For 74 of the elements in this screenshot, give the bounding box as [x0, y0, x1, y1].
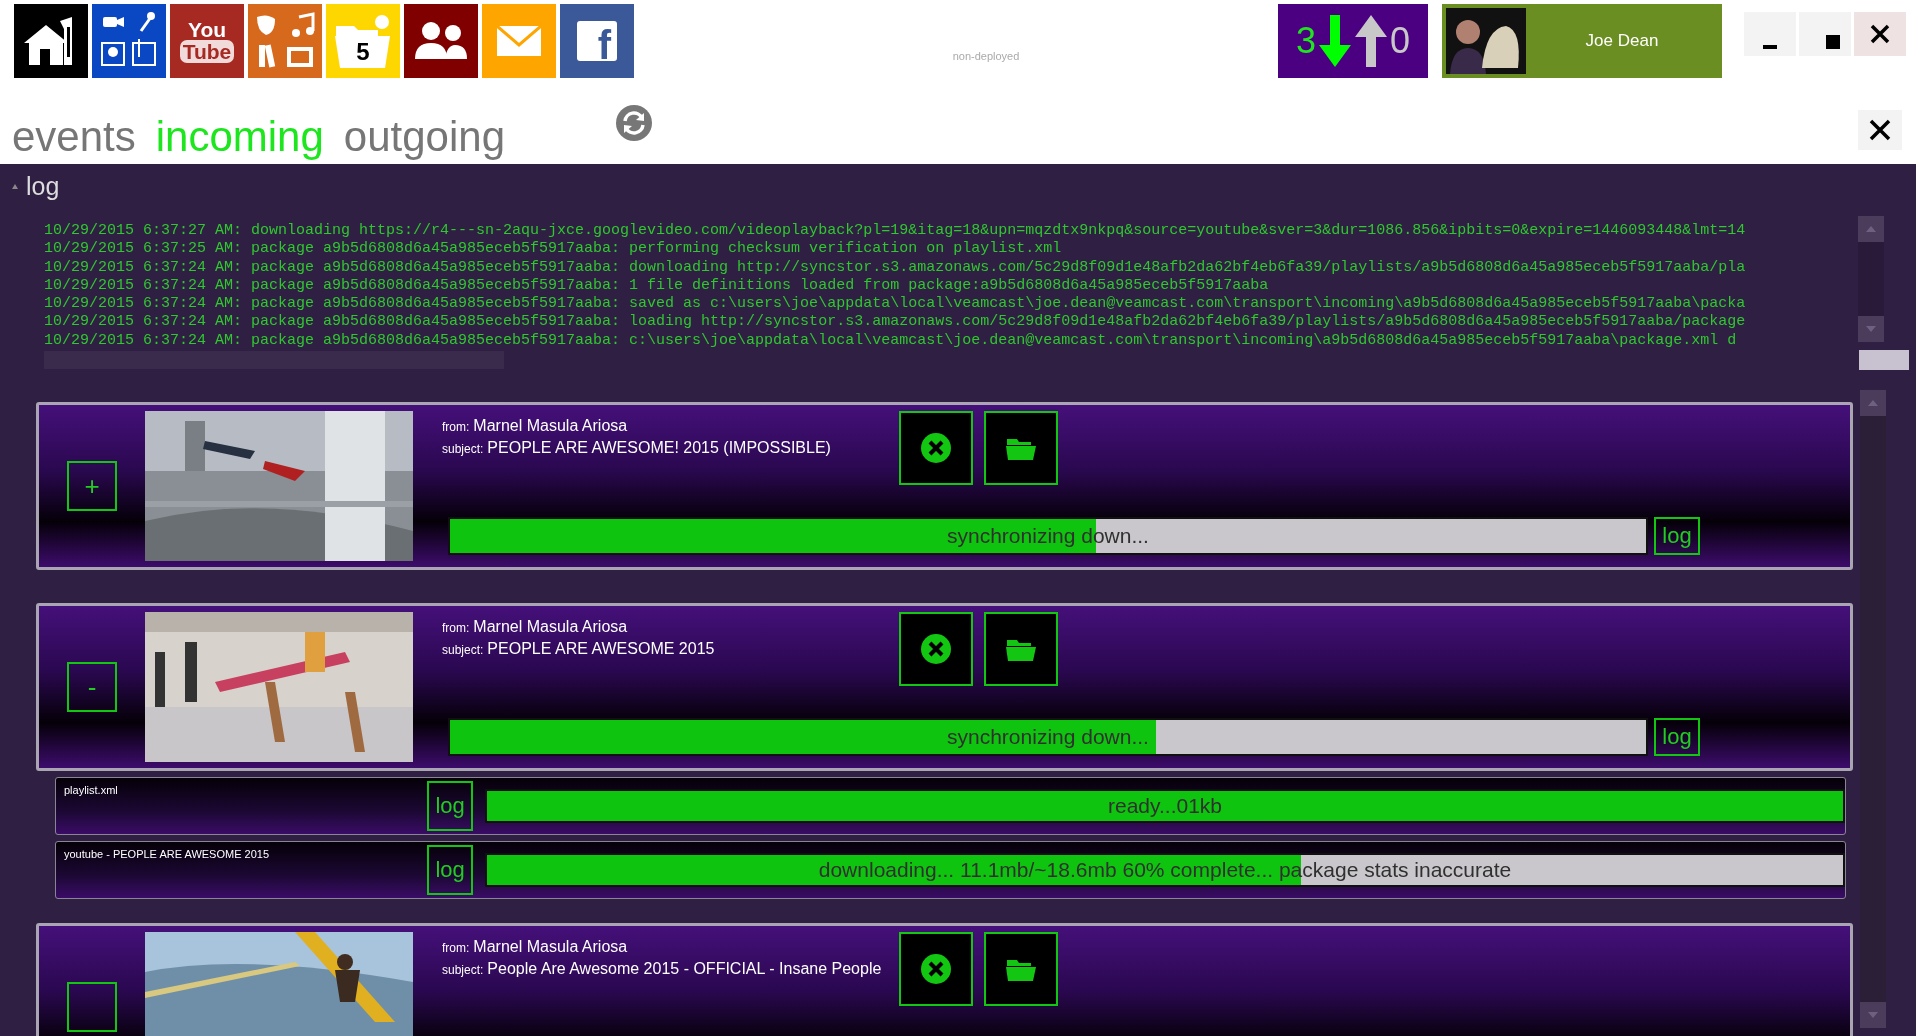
log-line: 10/29/2015 6:37:25 AM: package a9b5d6808d6a45a985eceb5f5917aaba: performing checksum verification on playlist.xml — [44, 240, 1063, 259]
maximize-button[interactable] — [1799, 12, 1851, 56]
app-tile[interactable] — [248, 4, 322, 78]
app-tile[interactable] — [92, 4, 166, 78]
log-button[interactable]: log — [427, 781, 473, 831]
folder-icon — [1006, 957, 1036, 981]
minimize-icon — [1763, 45, 1777, 49]
folder-button[interactable] — [984, 411, 1058, 485]
log-button[interactable]: log — [1654, 718, 1700, 756]
file-name: playlist.xml — [63, 783, 119, 796]
close-button[interactable] — [1854, 12, 1906, 56]
log-line: 10/29/2015 6:37:24 AM: package a9b5d6808d6a45a985eceb5f5917aaba: 1 file definitions loaded from package:a9b5d6808d6a45a985eceb5f5917aaba — [44, 276, 1270, 296]
app-tile[interactable] — [14, 4, 88, 78]
minimize-button[interactable] — [1744, 12, 1796, 56]
app-tile[interactable]: You Tube — [170, 4, 244, 78]
collapse-icon[interactable] — [12, 183, 18, 189]
tab[interactable]: events — [12, 116, 156, 158]
cancel-button[interactable] — [899, 411, 973, 485]
people-icon — [413, 21, 469, 61]
up-arrow-icon — [1354, 15, 1388, 67]
app-tile[interactable]: 5 — [326, 4, 400, 78]
log-line: 10/29/2015 6:37:24 AM: package a9b5d6808d6a45a985eceb5f5917aaba: downloading http://syncstor.s3.amazonaws.com/5c29d8f09d1e48afb2da62bf4eb6fa39/playlists/a9b5d6808d6a45a985eceb5f5917aaba/pla — [44, 258, 1747, 277]
cancel-button[interactable] — [899, 612, 973, 686]
cancel-icon — [920, 633, 952, 665]
file-name: youtube - PEOPLE ARE AWESOME 2015 — [63, 847, 271, 860]
subject-text: People Are Awesome 2015 - OFFICIAL - Insane People — [487, 960, 882, 978]
sender-name: Marnel Masula Ariosa — [473, 417, 628, 435]
subject-label: subject: — [442, 643, 484, 657]
folder-button[interactable] — [984, 932, 1058, 1006]
sender-name: Marnel Masula Ariosa — [473, 938, 628, 956]
log-line: 10/29/2015 6:37:24 AM: package a9b5d6808d6a45a985eceb5f5917aaba: c:\users\joe\appdata\local\veamcast\joe.dean@veamcast.com\transport\incoming\a9b5d6808d6a45a985eceb5f5917aaba\package.xml d — [44, 331, 1738, 351]
close-icon — [1868, 118, 1892, 142]
user-tile[interactable]: Joe Dean — [1442, 4, 1722, 78]
cancel-icon — [920, 953, 952, 985]
folder-icon — [1006, 637, 1036, 661]
refresh-button[interactable] — [615, 104, 653, 142]
folder-icon — [1006, 436, 1036, 460]
maximize-icon — [1826, 35, 1840, 49]
subject-label: subject: — [442, 442, 484, 456]
down-arrow-icon — [1318, 15, 1352, 67]
close-icon — [1869, 23, 1891, 45]
log-line: 10/29/2015 6:37:24 AM: package a9b5d6808d6a45a985eceb5f5917aaba: loading http://syncstor.s3.amazonaws.com/5c29d8f09d1e48afb2da62bf4eb6fa39/playlists/a9b5d6808d6a45a985eceb5f5917aaba/package — [44, 313, 1747, 332]
folder-button[interactable] — [984, 612, 1058, 686]
upload-count: 0 — [1390, 20, 1411, 62]
mail-icon — [496, 25, 542, 57]
progress-status: synchronizing down... — [946, 725, 1150, 749]
user-name: Joe Dean — [1584, 31, 1660, 51]
log-title: log — [26, 171, 60, 201]
log-button[interactable]: log — [1654, 517, 1700, 555]
cancel-button[interactable] — [899, 932, 973, 1006]
sender-name: Marnel Masula Ariosa — [473, 618, 628, 636]
environment-label: non-deployed — [951, 50, 1021, 62]
app-tile[interactable] — [482, 4, 556, 78]
cancel-icon — [920, 432, 952, 464]
close-button[interactable] — [1858, 110, 1902, 150]
log-button[interactable]: log — [427, 845, 473, 895]
app-tile[interactable]: f — [560, 4, 634, 78]
from-label: from: — [442, 941, 470, 955]
subject-text: PEOPLE ARE AWESOME 2015 — [487, 640, 715, 658]
facebook-logo: f — [577, 21, 617, 61]
from-label: from: — [442, 621, 470, 635]
log-line: 10/29/2015 6:37:24 AM: package a9b5d6808d6a45a985eceb5f5917aaba: saved as c:\users\joe\appdata\local\veamcast\joe.dean@veamcast.com\transport\incoming\a9b5d6808d6a45a985eceb5f5917aaba\packa — [44, 295, 1747, 314]
download-count: 3 — [1295, 20, 1316, 62]
tab[interactable]: outgoing — [343, 116, 525, 158]
progress-status: ready...01kb — [1107, 794, 1223, 818]
expand-button[interactable]: + — [67, 461, 117, 511]
from-label: from: — [442, 420, 470, 434]
log-line: 10/29/2015 6:37:27 AM: downloading https://r4---sn-2aqu-jxce.googlevideo.com/videoplayback?pl=19&itag=18&upn=mqzdtx9nkpq&source=youtube&sver=3&dur=1086.856&ipbits=0&expire=1446093448&lmt=14 — [44, 222, 1747, 241]
expand-button[interactable] — [67, 982, 117, 1032]
subject-text: PEOPLE ARE AWESOME! 2015 (IMPOSSIBLE) — [487, 439, 831, 457]
app-tile[interactable] — [404, 4, 478, 78]
subject-label: subject: — [442, 963, 484, 977]
expand-button[interactable]: - — [67, 662, 117, 712]
scrollbar-corner — [1859, 350, 1909, 370]
